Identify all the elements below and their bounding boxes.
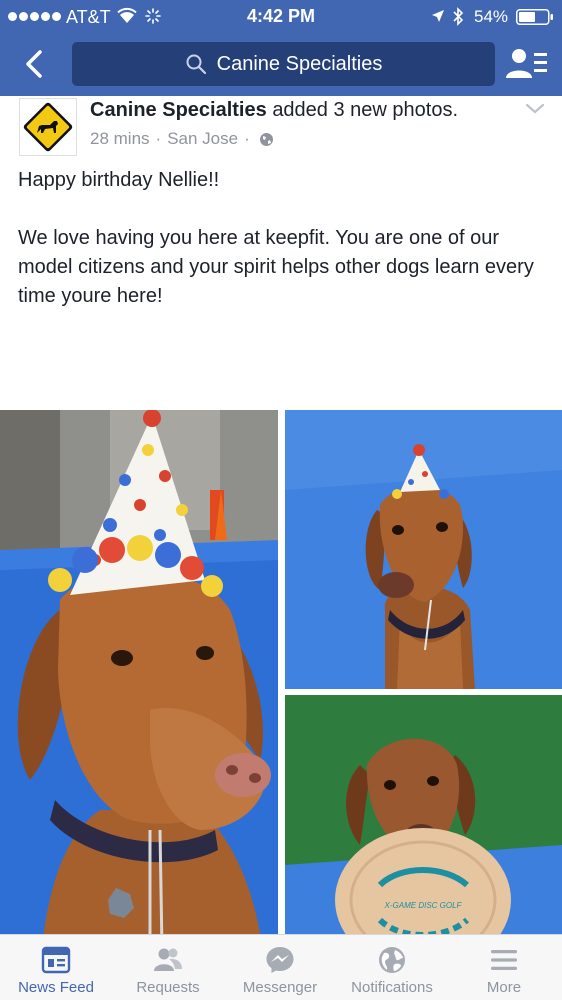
post-paragraph: We love having you here at keepfit. You …	[18, 227, 534, 307]
tab-news-feed[interactable]: News Feed	[0, 935, 112, 1000]
post-options-chevron-down-icon[interactable]	[524, 102, 546, 116]
tab-more[interactable]: More	[448, 935, 560, 1000]
frisbee-print-text: X-GAME DISC GOLF	[384, 901, 463, 910]
menu-icon	[491, 950, 517, 970]
post-meta: 28 mins · San Jose ·	[90, 129, 274, 149]
battery-icon	[516, 9, 553, 25]
news-feed-icon	[41, 946, 71, 974]
requests-icon	[154, 948, 182, 971]
dog-sitting-with-party-hat-image	[285, 410, 562, 689]
search-text: Canine Specialties	[216, 52, 383, 75]
post-photo-top-right[interactable]	[285, 410, 562, 689]
tab-label: More	[486, 979, 522, 996]
tab-label: Requests	[136, 979, 200, 996]
page-name-link[interactable]: Canine Specialties	[90, 99, 267, 121]
meta-separator: ·	[155, 129, 162, 148]
bottom-tab-bar: News Feed Requests Messenger Notificatio…	[0, 934, 562, 1000]
page-profile-button[interactable]	[505, 46, 549, 82]
tab-requests[interactable]: Requests	[112, 935, 224, 1000]
top-bar: AT&T 4:42 PM 54% Canine Specialties	[0, 0, 562, 96]
search-input[interactable]: Canine Specialties	[72, 42, 495, 86]
globe-icon	[379, 947, 405, 973]
page-avatar[interactable]	[19, 98, 77, 156]
tab-notifications[interactable]: Notifications	[336, 935, 448, 1000]
meta-separator: ·	[244, 129, 250, 148]
tab-label: Notifications	[351, 979, 433, 996]
chevron-left-icon	[26, 50, 42, 78]
tab-messenger[interactable]: Messenger	[224, 935, 336, 1000]
post-photo-large[interactable]	[0, 410, 278, 974]
bluetooth-icon	[453, 7, 464, 26]
battery-percent: 54%	[474, 7, 509, 26]
post-action: added 3 new photos.	[272, 99, 459, 121]
messenger-icon	[266, 947, 294, 973]
public-globe-icon	[259, 132, 273, 146]
tab-label: News Feed	[18, 979, 94, 996]
search-icon	[186, 54, 206, 75]
back-button[interactable]	[14, 44, 54, 84]
post-timestamp[interactable]: 28 mins	[90, 129, 150, 149]
navigation-bar: Canine Specialties	[0, 40, 562, 88]
post-message: Happy birthday Nellie!! We love having y…	[18, 166, 546, 311]
status-bar: AT&T 4:42 PM 54%	[0, 0, 562, 34]
post-location[interactable]: San Jose	[167, 129, 238, 149]
dog-with-party-hat-image	[0, 410, 278, 974]
dog-holding-frisbee-image: X-GAME DISC GOLF	[285, 695, 562, 974]
dog-crossing-sign-logo	[23, 102, 73, 152]
post-photo-bottom-right[interactable]: X-GAME DISC GOLF	[285, 695, 562, 974]
post-header: Canine Specialties added 3 new photos.	[90, 99, 458, 122]
location-arrow-icon	[432, 10, 444, 22]
tab-label: Messenger	[242, 979, 318, 996]
post-paragraph: Happy birthday Nellie!!	[18, 169, 220, 191]
